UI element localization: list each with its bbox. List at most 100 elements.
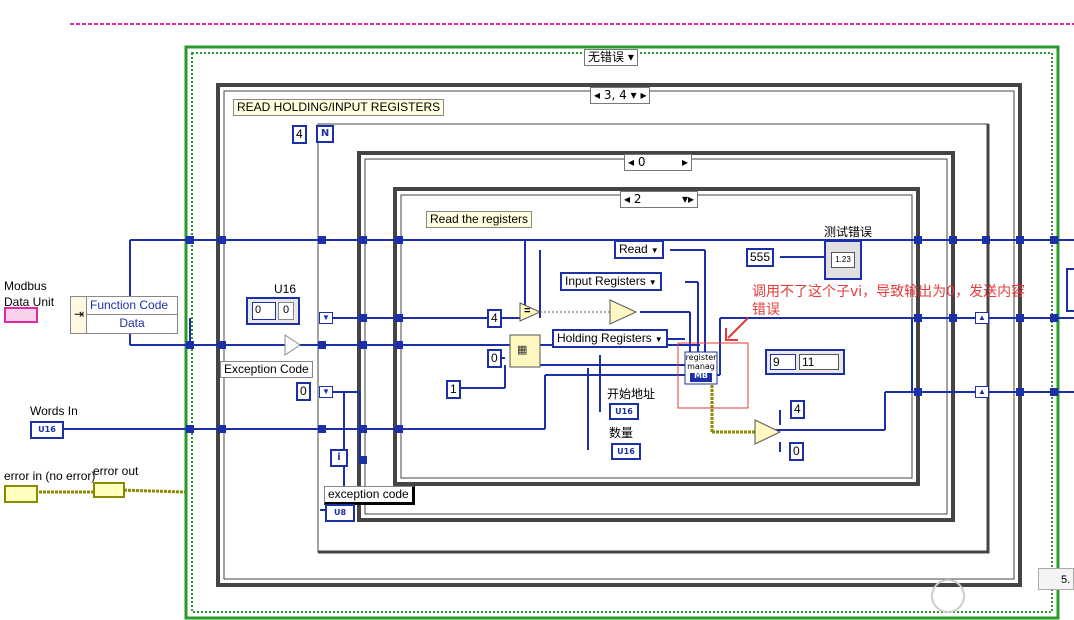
const-4[interactable]: 4 (487, 309, 502, 328)
exception-code-label: Exception Code (220, 361, 313, 378)
test-error-indicator[interactable]: 1.23 (824, 240, 862, 280)
tunnel (1016, 314, 1024, 322)
n-constant[interactable]: 4 (292, 125, 307, 144)
read-ring[interactable]: Read ▼ (614, 240, 664, 259)
tunnel (1050, 388, 1058, 396)
modbus-label: Modbus (4, 279, 47, 293)
i-terminal: i (330, 449, 348, 467)
data-field: Data (119, 316, 145, 330)
n-terminal: N (316, 125, 334, 143)
tunnel (318, 236, 326, 244)
tunnel (395, 341, 403, 349)
chevron-down-icon: ▾ (627, 50, 634, 64)
tunnel (1050, 236, 1058, 244)
zero-constant[interactable]: 0 (296, 382, 311, 401)
words-in-terminal[interactable]: U16 (30, 421, 64, 439)
tunnel (318, 425, 326, 433)
tunnel (359, 456, 367, 464)
exception-code-2-label: exception code (324, 486, 415, 505)
count-terminal[interactable]: U16 (611, 443, 641, 460)
u16-control[interactable]: 0 0 (246, 297, 300, 325)
chevron-down-icon: ▾ (630, 88, 637, 102)
right-terminal[interactable] (1066, 268, 1074, 312)
error-out-terminal[interactable] (93, 482, 125, 498)
count-label: 数量 (609, 426, 634, 440)
unbundle-by-name[interactable]: Function Code Data (86, 296, 178, 334)
u16-label: U16 (274, 282, 297, 296)
annotation-line-2: 错误 (752, 302, 780, 318)
middle-case-selector[interactable]: ◂ 3, 4 ▾ ▸ (590, 87, 651, 104)
register-subvi-text[interactable]: register manag MB (685, 353, 717, 380)
tunnel (914, 314, 922, 322)
tunnel (395, 236, 403, 244)
innermost-case-label: Read the registers (426, 211, 533, 228)
input-registers-ring[interactable]: Input Registers ▼ (560, 272, 662, 291)
tunnel (914, 388, 922, 396)
test-error-label: 测试错误 (824, 225, 873, 239)
build-array-glyph: ▦ (517, 343, 527, 356)
chevron-right-icon: ▸ (640, 88, 647, 102)
function-code-field: Function Code (87, 297, 177, 315)
tunnel (186, 425, 194, 433)
holding-registers-label: Holding Registers (557, 331, 652, 345)
subvi-line1: register (685, 353, 717, 362)
chevron-left-icon: ◂ (594, 88, 601, 102)
ctrl-9[interactable]: 9 (770, 354, 796, 370)
const-0[interactable]: 0 (487, 349, 502, 368)
middle-case-selector-label: 3, 4 (603, 88, 627, 102)
tunnel (218, 341, 226, 349)
chevron-left-icon: ◂ (628, 155, 635, 169)
case2-selector-label: 2 (633, 192, 642, 206)
numeric-indicator-icon: 1.23 (831, 252, 855, 268)
tunnel (359, 341, 367, 349)
subvi-badge: MB (693, 371, 709, 380)
numeric-pair[interactable]: 9 11 (765, 349, 845, 375)
shift-register-left[interactable]: ▼ (319, 386, 333, 398)
case0-selector[interactable]: ◂ 0 ▸ (624, 154, 692, 171)
shift-register-left[interactable]: ▼ (319, 312, 333, 324)
select-const-4[interactable]: 4 (790, 400, 805, 419)
holding-registers-ring[interactable]: Holding Registers ▼ (552, 329, 668, 348)
tunnel (1050, 314, 1058, 322)
tunnel (982, 236, 990, 244)
tunnel (359, 314, 367, 322)
indicator-11: 11 (799, 354, 839, 370)
subvi-line2: manag (687, 362, 715, 371)
partial-tab[interactable]: 5. (1038, 568, 1074, 590)
tunnel (1016, 236, 1024, 244)
chevron-right-icon: ▸ (681, 155, 688, 169)
tunnel (218, 425, 226, 433)
case2-selector[interactable]: ◂ 2 ▾▸ (620, 191, 698, 208)
select-node-2 (754, 419, 782, 445)
select-node-1 (609, 299, 638, 325)
equal-symbol: = (524, 305, 531, 317)
tunnel (949, 314, 957, 322)
shift-register-right[interactable]: ▲ (975, 386, 989, 398)
start-address-label: 开始地址 (607, 387, 656, 401)
annotation-arrow (727, 317, 749, 339)
chevron-left-icon: ◂ (624, 192, 631, 206)
case0-selector-label: 0 (637, 155, 646, 169)
start-address-terminal[interactable]: U16 (609, 403, 639, 420)
tunnel (1016, 388, 1024, 396)
error-out-label: error out (93, 464, 139, 478)
chevron-down-icon: ▼ (648, 278, 657, 287)
outer-case-selector[interactable]: 无错误 ▾ (584, 49, 638, 66)
words-in-label: Words In (30, 404, 78, 418)
tunnel (949, 236, 957, 244)
shift-register-right[interactable]: ▲ (975, 312, 989, 324)
u8-terminal[interactable]: U8 (325, 504, 355, 522)
const-1[interactable]: 1 (446, 380, 461, 399)
input-registers-label: Input Registers (565, 274, 646, 288)
tunnel (914, 236, 922, 244)
error-in-terminal[interactable] (4, 485, 38, 503)
annotation-line-1: 调用不了这个子vi，导致输出为0，发送内容 (752, 284, 1026, 300)
modbus-terminal[interactable] (4, 307, 38, 323)
tunnel (186, 341, 194, 349)
tunnel (186, 236, 194, 244)
chevron-down-icon: ▼ (654, 335, 663, 344)
select-const-0[interactable]: 0 (789, 442, 804, 461)
tunnel (395, 314, 403, 322)
const-555[interactable]: 555 (746, 248, 775, 267)
tunnel (359, 425, 367, 433)
